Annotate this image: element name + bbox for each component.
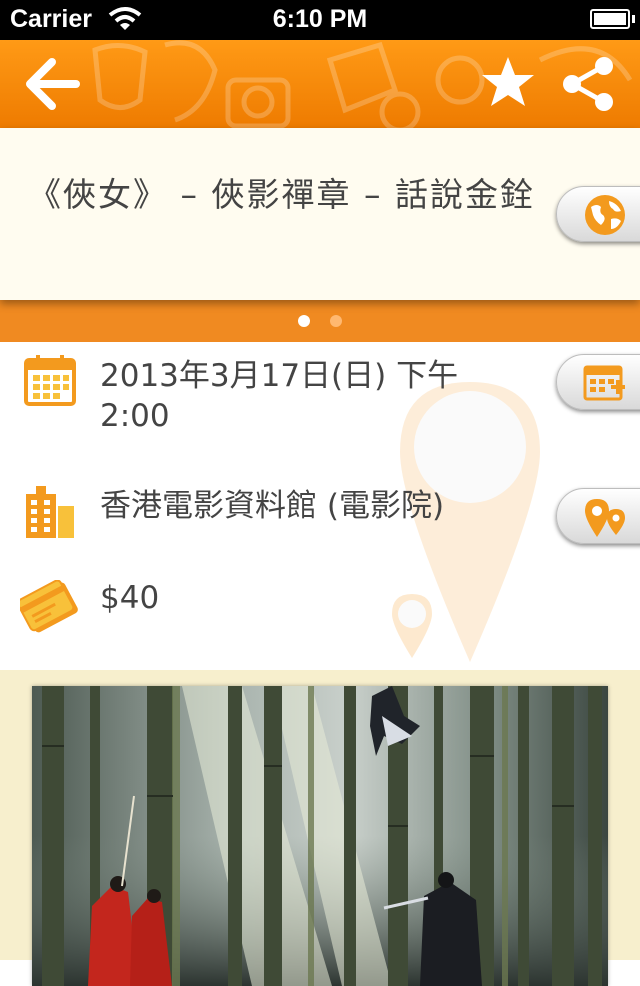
page-dot-active[interactable] bbox=[298, 315, 310, 327]
event-title: 《俠女》 – 俠影禪章 – 話說金銓 bbox=[28, 175, 535, 214]
star-icon[interactable] bbox=[480, 54, 536, 110]
event-datetime: 2013年3月17日(日) 下午 2:00 bbox=[100, 358, 459, 434]
back-arrow-icon[interactable] bbox=[22, 56, 82, 112]
page-indicator[interactable] bbox=[0, 300, 640, 342]
event-price: $40 bbox=[100, 580, 160, 616]
website-button[interactable] bbox=[556, 186, 640, 242]
nav-bar bbox=[0, 40, 640, 128]
event-title-card: 《俠女》 – 俠影禪章 – 話說金銓 bbox=[0, 128, 640, 300]
page-dot[interactable] bbox=[330, 315, 342, 327]
battery-tip bbox=[632, 15, 635, 23]
clock: 6:10 PM bbox=[272, 5, 368, 33]
building-icon bbox=[26, 486, 74, 538]
calendar-icon bbox=[24, 355, 76, 406]
globe-icon bbox=[585, 195, 625, 235]
ticket-icon bbox=[20, 580, 78, 633]
map-button[interactable] bbox=[556, 488, 640, 544]
battery-icon bbox=[590, 9, 630, 29]
status-bar: Carrier 6:10 PM bbox=[0, 0, 640, 40]
event-info-section: 2013年3月17日(日) 下午 2:00 香港電影資料館 (電影院) $40 bbox=[0, 342, 640, 670]
event-poster-image[interactable] bbox=[32, 686, 608, 986]
map-pin-icon bbox=[585, 499, 625, 537]
share-icon[interactable] bbox=[558, 54, 618, 114]
calendar-add-icon bbox=[583, 365, 625, 401]
nav-pattern-decoration bbox=[92, 40, 633, 128]
event-poster-section bbox=[0, 670, 640, 986]
event-venue: 香港電影資料館 (電影院) bbox=[100, 488, 445, 524]
add-to-calendar-button[interactable] bbox=[556, 354, 640, 410]
